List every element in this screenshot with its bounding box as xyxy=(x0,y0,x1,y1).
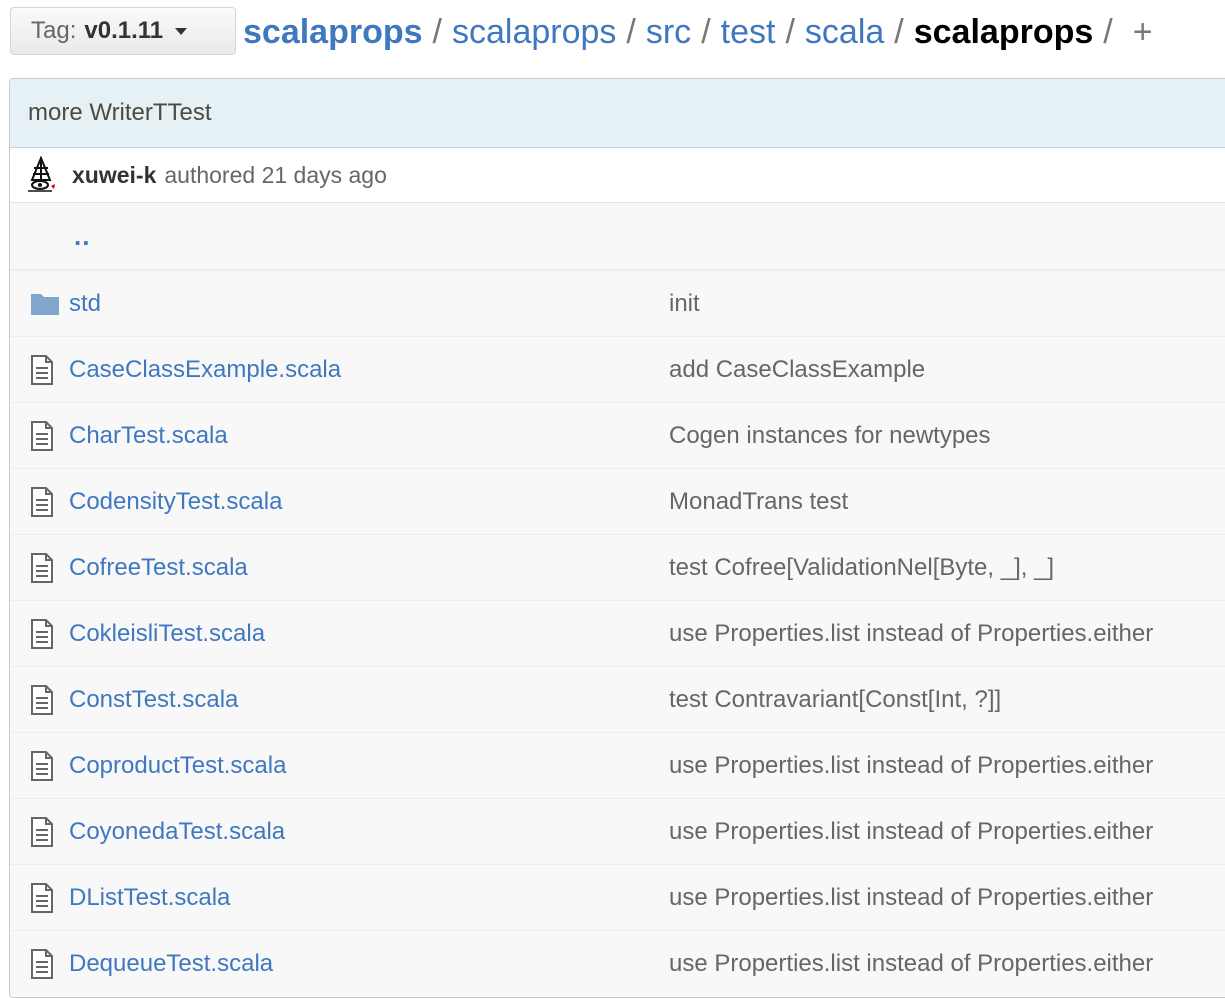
file-row: CharTest.scala Cogen instances for newtyp… xyxy=(10,402,1225,468)
file-row: std init xyxy=(10,270,1225,336)
file-row: CaseClassExample.scala add CaseClassExamp… xyxy=(10,336,1225,402)
commit-message-link[interactable]: init xyxy=(669,290,700,318)
avatar[interactable] xyxy=(24,156,58,194)
file-row: CoproductTest.scala use Properties.list i… xyxy=(10,732,1225,798)
commit-message-link[interactable]: add CaseClassExample xyxy=(669,356,925,384)
file-row: CofreeTest.scala test Cofree[ValidationNe… xyxy=(10,534,1225,600)
breadcrumb-link[interactable]: scalaprops xyxy=(452,13,616,52)
file-text-icon xyxy=(30,949,54,984)
file-text-icon xyxy=(30,751,54,786)
tag-selector-button[interactable]: Tag: v0.1.11 xyxy=(10,7,236,55)
breadcrumb-separator: / xyxy=(626,12,636,51)
top-bar: Tag: v0.1.11 scalaprops / scalaprops / s… xyxy=(0,0,1225,68)
commit-message-link[interactable]: use Properties.list instead of Propertie… xyxy=(669,884,1153,912)
file-name-link[interactable]: ConstTest.scala xyxy=(69,686,238,714)
breadcrumb-current-folder: scalaprops xyxy=(913,12,1094,51)
breadcrumb-repo-link[interactable]: scalaprops xyxy=(243,13,423,52)
file-row: DequeueTest.scala use Properties.list ins… xyxy=(10,930,1225,996)
tag-value-label: v0.1.11 xyxy=(84,17,164,44)
breadcrumb-separator: / xyxy=(701,12,711,51)
file-name-link[interactable]: CharTest.scala xyxy=(69,422,228,450)
file-text-icon xyxy=(30,487,54,522)
file-name-link[interactable]: CodensityTest.scala xyxy=(69,488,282,516)
file-listing: more WriterTTest xuwei-k authored 21 day… xyxy=(9,78,1225,998)
commit-message-link[interactable]: use Properties.list instead of Propertie… xyxy=(669,950,1153,978)
breadcrumb-link[interactable]: scala xyxy=(805,13,884,52)
breadcrumb-link[interactable]: src xyxy=(646,13,691,52)
commit-authored-time: authored 21 days ago xyxy=(164,161,387,188)
file-rows: std init CaseClassExample.scala add CaseCla… xyxy=(10,270,1225,996)
breadcrumb-separator: / xyxy=(785,12,795,51)
tag-prefix-label: Tag: xyxy=(31,17,77,44)
caret-down-icon xyxy=(175,27,188,35)
breadcrumb-link[interactable]: test xyxy=(721,13,776,52)
parent-directory-row: .. xyxy=(10,203,1225,270)
commit-message-link[interactable]: Cogen instances for newtypes xyxy=(669,422,991,450)
file-text-icon xyxy=(30,421,54,456)
breadcrumb-separator: / xyxy=(1103,12,1113,51)
file-text-icon xyxy=(30,355,54,390)
folder-icon xyxy=(30,291,60,322)
file-row: CodensityTest.scala MonadTrans test xyxy=(10,468,1225,534)
file-text-icon xyxy=(30,619,54,654)
commit-title-bar: more WriterTTest xyxy=(10,79,1225,148)
commit-message-link[interactable]: MonadTrans test xyxy=(669,488,848,516)
breadcrumb: scalaprops / scalaprops / src / test / s… xyxy=(243,10,1153,54)
commit-message-link[interactable]: more WriterTTest xyxy=(28,99,212,127)
file-text-icon xyxy=(30,817,54,852)
file-text-icon xyxy=(30,883,54,918)
file-row: CokleisliTest.scala use Properties.list i… xyxy=(10,600,1225,666)
commit-message-link[interactable]: test Contravariant[Const[Int, ?]] xyxy=(669,686,1001,714)
file-name-link[interactable]: CofreeTest.scala xyxy=(69,554,248,582)
file-text-icon xyxy=(30,553,54,588)
commit-message-link[interactable]: use Properties.list instead of Propertie… xyxy=(669,752,1153,780)
file-name-link[interactable]: DequeueTest.scala xyxy=(69,950,273,978)
commit-message-link[interactable]: use Properties.list instead of Propertie… xyxy=(669,818,1153,846)
commit-author-link[interactable]: xuwei-k xyxy=(72,162,156,189)
file-name-link[interactable]: DListTest.scala xyxy=(69,884,230,912)
file-row: ConstTest.scala test Contravariant[Const[… xyxy=(10,666,1225,732)
file-name-link[interactable]: CoyonedaTest.scala xyxy=(69,818,285,846)
file-row: CoyonedaTest.scala use Properties.list in… xyxy=(10,798,1225,864)
file-row: DListTest.scala use Properties.list inste… xyxy=(10,864,1225,930)
commit-message-link[interactable]: test Cofree[ValidationNel[Byte, _], _] xyxy=(669,554,1054,582)
new-file-plus-link[interactable]: + xyxy=(1133,13,1153,52)
folder-name-link[interactable]: std xyxy=(69,290,101,318)
breadcrumb-separator: / xyxy=(432,12,442,51)
parent-directory-link[interactable]: .. xyxy=(74,221,90,252)
file-text-icon xyxy=(30,685,54,720)
commit-meta: xuwei-k authored 21 days ago xyxy=(10,148,1225,203)
commit-message-link[interactable]: use Properties.list instead of Propertie… xyxy=(669,620,1153,648)
breadcrumb-separator: / xyxy=(894,12,904,51)
file-name-link[interactable]: CokleisliTest.scala xyxy=(69,620,265,648)
file-name-link[interactable]: CoproductTest.scala xyxy=(69,752,286,780)
file-name-link[interactable]: CaseClassExample.scala xyxy=(69,356,341,384)
